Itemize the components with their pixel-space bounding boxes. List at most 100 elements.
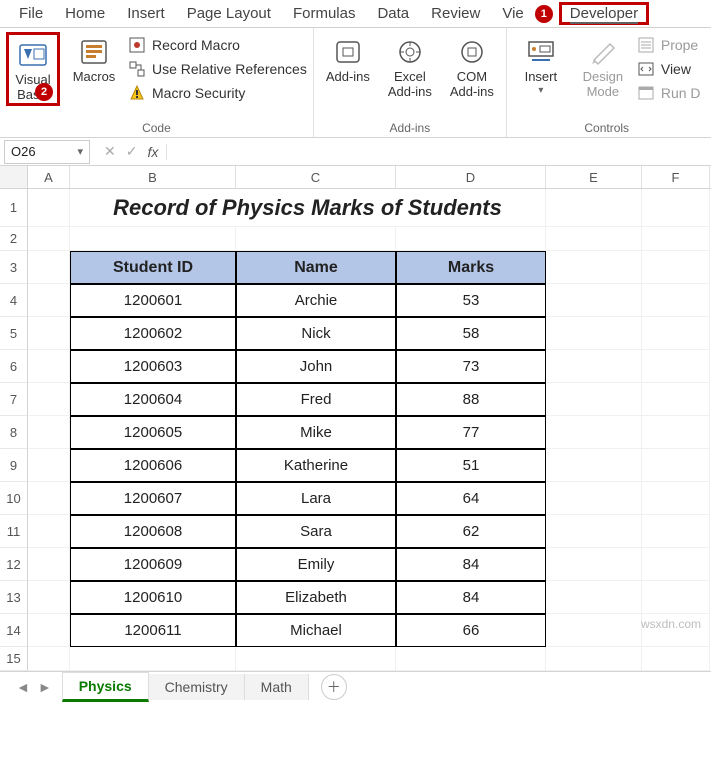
tab-home[interactable]: Home [54, 2, 116, 25]
cell[interactable] [546, 482, 642, 515]
cell[interactable] [28, 647, 70, 671]
cell[interactable] [28, 581, 70, 614]
cell[interactable] [546, 317, 642, 350]
row-header[interactable]: 10 [0, 482, 28, 515]
cell[interactable] [546, 189, 642, 227]
prev-sheet-icon[interactable]: ◄ [16, 679, 30, 695]
sheet-tab-math[interactable]: Math [245, 674, 309, 700]
cell[interactable] [28, 189, 70, 227]
cell[interactable] [642, 284, 710, 317]
cell[interactable] [642, 548, 710, 581]
tab-data[interactable]: Data [366, 2, 420, 25]
cell-id[interactable]: 1200602 [70, 317, 236, 350]
cell[interactable] [396, 227, 546, 251]
row-header[interactable]: 15 [0, 647, 28, 671]
row-header[interactable]: 6 [0, 350, 28, 383]
cell[interactable] [546, 251, 642, 284]
run-dialog-button[interactable]: Run D [637, 84, 701, 102]
cell-id[interactable]: 1200605 [70, 416, 236, 449]
cell[interactable] [28, 317, 70, 350]
cell[interactable] [28, 383, 70, 416]
cell-id[interactable]: 1200604 [70, 383, 236, 416]
addins-button[interactable]: Add-ins [320, 32, 376, 85]
cell-marks[interactable]: 53 [396, 284, 546, 317]
cell-id[interactable]: 1200609 [70, 548, 236, 581]
cell[interactable] [28, 515, 70, 548]
cell[interactable] [28, 548, 70, 581]
title-cell[interactable]: Record of Physics Marks of Students [70, 189, 546, 227]
row-header[interactable]: 7 [0, 383, 28, 416]
cell-id[interactable]: 1200603 [70, 350, 236, 383]
cell-marks[interactable]: 51 [396, 449, 546, 482]
cell[interactable] [546, 449, 642, 482]
cell[interactable] [642, 251, 710, 284]
row-header[interactable]: 8 [0, 416, 28, 449]
cell[interactable] [28, 350, 70, 383]
cell-name[interactable]: Nick [236, 317, 396, 350]
cell-name[interactable]: Katherine [236, 449, 396, 482]
cell-id[interactable]: 1200611 [70, 614, 236, 647]
row-header[interactable]: 12 [0, 548, 28, 581]
cell[interactable] [70, 647, 236, 671]
cell-marks[interactable]: 84 [396, 581, 546, 614]
cell-marks[interactable]: 84 [396, 548, 546, 581]
cell[interactable] [28, 251, 70, 284]
formula-input[interactable] [167, 138, 711, 165]
cell-name[interactable]: Fred [236, 383, 396, 416]
cell[interactable] [546, 614, 642, 647]
cell-id[interactable]: 1200606 [70, 449, 236, 482]
cell[interactable] [642, 416, 710, 449]
cell[interactable] [642, 581, 710, 614]
cell-marks[interactable]: 88 [396, 383, 546, 416]
row-header[interactable]: 2 [0, 227, 28, 251]
row-header[interactable]: 5 [0, 317, 28, 350]
cell[interactable] [28, 416, 70, 449]
cell-name[interactable]: Mike [236, 416, 396, 449]
cell[interactable] [642, 482, 710, 515]
cell[interactable] [642, 227, 710, 251]
cell-name[interactable]: Michael [236, 614, 396, 647]
cell[interactable] [642, 647, 710, 671]
excel-addins-button[interactable]: Excel Add-ins [382, 32, 438, 100]
cell-marks[interactable]: 62 [396, 515, 546, 548]
cell-name[interactable]: Elizabeth [236, 581, 396, 614]
table-header-marks[interactable]: Marks [396, 251, 546, 284]
row-header[interactable]: 9 [0, 449, 28, 482]
col-header-c[interactable]: C [236, 166, 396, 188]
cell-name[interactable]: Lara [236, 482, 396, 515]
cell-id[interactable]: 1200607 [70, 482, 236, 515]
col-header-a[interactable]: A [28, 166, 70, 188]
select-all-corner[interactable] [0, 166, 28, 188]
cell-marks[interactable]: 58 [396, 317, 546, 350]
col-header-e[interactable]: E [546, 166, 642, 188]
row-header[interactable]: 3 [0, 251, 28, 284]
cell-marks[interactable]: 64 [396, 482, 546, 515]
name-box[interactable]: O26 ▾ [4, 140, 90, 164]
tab-developer[interactable]: Developer [559, 2, 649, 25]
cell[interactable] [28, 284, 70, 317]
cell[interactable] [642, 614, 710, 647]
cell[interactable] [642, 449, 710, 482]
cell-id[interactable]: 1200601 [70, 284, 236, 317]
row-header[interactable]: 1 [0, 189, 28, 227]
cell[interactable] [70, 227, 236, 251]
sheet-tab-chemistry[interactable]: Chemistry [149, 674, 245, 700]
fx-icon[interactable]: fx [147, 144, 167, 160]
cell[interactable] [642, 383, 710, 416]
cell-marks[interactable]: 66 [396, 614, 546, 647]
cell-name[interactable]: Archie [236, 284, 396, 317]
design-mode-button[interactable]: Design Mode [575, 32, 631, 100]
row-header[interactable]: 4 [0, 284, 28, 317]
properties-button[interactable]: Prope [637, 36, 701, 54]
cell[interactable] [28, 227, 70, 251]
view-code-button[interactable]: View [637, 60, 701, 78]
cell[interactable] [546, 416, 642, 449]
cell[interactable] [546, 548, 642, 581]
table-header-name[interactable]: Name [236, 251, 396, 284]
insert-control-button[interactable]: Insert ▾ [513, 32, 569, 96]
cancel-icon[interactable]: ✕ [104, 143, 116, 160]
cell[interactable] [546, 515, 642, 548]
cell[interactable] [28, 449, 70, 482]
next-sheet-icon[interactable]: ► [38, 679, 52, 695]
com-addins-button[interactable]: COM Add-ins [444, 32, 500, 100]
